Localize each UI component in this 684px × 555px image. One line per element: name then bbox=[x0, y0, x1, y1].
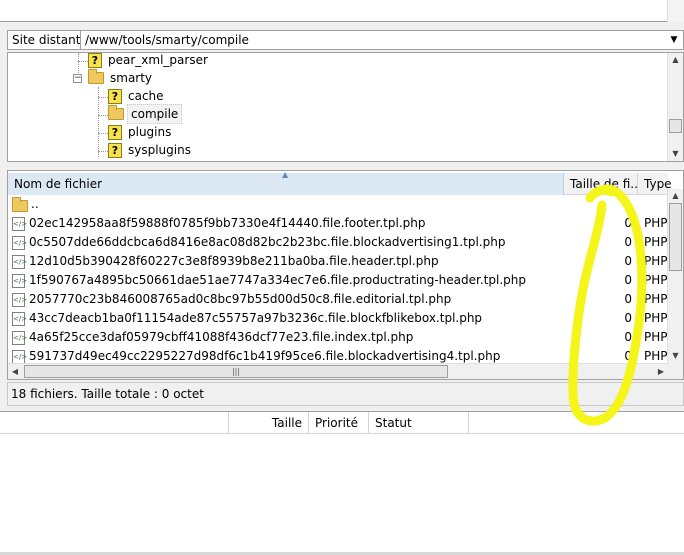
file-name: 12d10d5b390428f60227c3e8f8939b8e211ba0ba… bbox=[29, 254, 439, 268]
unknown-folder-icon: ? bbox=[108, 142, 122, 158]
table-row[interactable]: </> 12d10d5b390428f60227c3e8f8939b8e211ba… bbox=[8, 252, 668, 271]
file-size: 0 bbox=[624, 292, 632, 306]
tree-item-cache[interactable]: ? cache bbox=[108, 87, 167, 105]
folder-icon bbox=[88, 69, 104, 84]
folder-icon bbox=[12, 197, 28, 212]
vertical-scroll-thumb[interactable] bbox=[669, 203, 682, 271]
parent-directory-row[interactable]: .. bbox=[8, 195, 668, 214]
parent-directory-label: .. bbox=[31, 197, 39, 211]
tree-scrollbar[interactable]: ▲ ▼ bbox=[667, 53, 683, 161]
remote-site-bar: Site distant : /www/tools/smarty/compile… bbox=[0, 28, 684, 52]
php-file-icon: </> bbox=[12, 235, 27, 250]
collapse-icon[interactable]: − bbox=[73, 73, 82, 83]
file-type: PHP bbox=[644, 235, 668, 249]
folder-icon bbox=[108, 105, 124, 120]
scroll-up-icon[interactable]: ▲ bbox=[668, 53, 683, 67]
file-size: 0 bbox=[624, 273, 632, 287]
scroll-right-icon[interactable]: ▶ bbox=[654, 364, 668, 379]
tree-item-label: compile bbox=[127, 104, 183, 124]
tree-item-label: sysplugins bbox=[128, 143, 191, 157]
sort-ascending-icon: ▲ bbox=[282, 170, 289, 179]
file-type: PHP bbox=[644, 292, 668, 306]
file-size: 0 bbox=[624, 330, 632, 344]
file-type: PHP bbox=[644, 330, 668, 344]
file-type: PHP bbox=[644, 273, 668, 287]
queue-column-status[interactable]: Statut bbox=[368, 412, 468, 434]
php-file-icon: </> bbox=[12, 254, 27, 269]
file-list-status: 18 fichiers. Taille totale : 0 octet bbox=[7, 382, 684, 406]
column-header-filesize[interactable]: Taille de fi... bbox=[564, 173, 638, 195]
file-list-horizontal-scrollbar[interactable]: ◀ ||| ▶ bbox=[8, 363, 668, 379]
file-name: 1f590767a4895bc50661dae51ae7747a334ec7e6… bbox=[29, 273, 526, 287]
queue-column-spacer bbox=[468, 412, 684, 434]
tree-scroll-thumb[interactable] bbox=[669, 119, 682, 133]
table-row[interactable]: </> 1f590767a4895bc50661dae51ae7747a334ec… bbox=[8, 271, 668, 290]
column-header-label: Taille de fi... bbox=[570, 177, 638, 191]
unknown-folder-icon: ? bbox=[108, 88, 122, 104]
file-list-vertical-scrollbar[interactable]: ▲ ▼ bbox=[667, 189, 683, 379]
table-row[interactable]: </> 0c5507dde66ddcbca6d8416e8ac08d82bc2b2… bbox=[8, 233, 668, 252]
file-name: 2057770c23b846008765ad0c8bc97b55d00d50c8… bbox=[29, 292, 452, 306]
tree-item-compile[interactable]: compile bbox=[108, 104, 183, 124]
php-file-icon: </> bbox=[12, 330, 27, 345]
remote-file-list[interactable]: Nom de fichier ▲ Taille de fi... Type ..… bbox=[7, 170, 684, 380]
php-file-icon: </> bbox=[12, 349, 27, 364]
file-type: PHP bbox=[644, 254, 668, 268]
php-file-icon: </> bbox=[12, 292, 27, 307]
file-type: PHP bbox=[644, 311, 668, 325]
transfer-queue[interactable]: Taille Priorité Statut bbox=[0, 411, 684, 555]
table-row[interactable]: </> 43cc7deacb1ba0f11154ade87c55757a97b32… bbox=[8, 309, 668, 328]
php-file-icon: </> bbox=[12, 311, 27, 326]
top-pane bbox=[0, 0, 684, 22]
file-size: 0 bbox=[624, 311, 632, 325]
file-name: 02ec142958aa8f59888f0785f9bb7330e4f14440… bbox=[29, 216, 426, 230]
scroll-down-icon[interactable]: ▼ bbox=[668, 349, 683, 363]
table-row[interactable]: </> 2057770c23b846008765ad0c8bc97b55d00d5… bbox=[8, 290, 668, 309]
chevron-down-icon[interactable]: ▼ bbox=[667, 31, 681, 49]
tree-item-sysplugins[interactable]: ? sysplugins bbox=[108, 141, 194, 159]
table-row[interactable]: </> 02ec142958aa8f59888f0785f9bb7330e4f14… bbox=[8, 214, 668, 233]
tree-item-label: plugins bbox=[128, 125, 172, 139]
column-header-label: Nom de fichier bbox=[14, 177, 103, 191]
file-type: PHP bbox=[644, 216, 668, 230]
remote-path-combobox[interactable]: /www/tools/smarty/compile ▼ bbox=[80, 30, 684, 50]
tree-item-plugins[interactable]: ? plugins bbox=[108, 123, 174, 141]
file-name: 0c5507dde66ddcbca6d8416e8ac08d82bc2b23bc… bbox=[29, 235, 506, 249]
tree-item-label: pear_xml_parser bbox=[108, 53, 208, 67]
tree-item-label: smarty bbox=[110, 71, 153, 85]
unknown-folder-icon: ? bbox=[88, 53, 102, 68]
file-size: 0 bbox=[624, 254, 632, 268]
queue-column-priority[interactable]: Priorité bbox=[308, 412, 368, 434]
unknown-folder-icon: ? bbox=[108, 124, 122, 140]
scroll-up-icon[interactable]: ▲ bbox=[668, 189, 683, 203]
queue-column-size[interactable]: Taille bbox=[228, 412, 308, 434]
scroll-down-icon[interactable]: ▼ bbox=[668, 147, 683, 161]
file-name: 43cc7deacb1ba0f11154ade87c55757a97b3236c… bbox=[29, 311, 483, 325]
file-list-header: Nom de fichier ▲ Taille de fi... Type bbox=[8, 170, 672, 195]
file-name: 4a65f25cce3daf05979cbff41088f436dcf77e23… bbox=[29, 330, 414, 344]
php-file-icon: </> bbox=[12, 273, 27, 288]
tree-item-label: cache bbox=[128, 89, 164, 103]
file-size: 0 bbox=[624, 235, 632, 249]
tree-item-pear-xml-parser[interactable]: ? pear_xml_parser bbox=[88, 53, 211, 69]
file-size: 0 bbox=[624, 216, 632, 230]
table-row[interactable]: </> 4a65f25cce3daf05979cbff41088f436dcf77… bbox=[8, 328, 668, 347]
top-pane-scrollbar[interactable] bbox=[667, 0, 684, 22]
tree-item-smarty[interactable]: − smarty bbox=[73, 69, 155, 87]
scroll-left-icon[interactable]: ◀ bbox=[8, 364, 22, 379]
horizontal-scroll-thumb[interactable]: ||| bbox=[24, 365, 448, 378]
remote-path-value: /www/tools/smarty/compile bbox=[85, 33, 249, 47]
remote-directory-tree[interactable]: ? pear_xml_parser − smarty ? cache compi… bbox=[7, 52, 684, 162]
queue-header: Taille Priorité Statut bbox=[0, 412, 684, 434]
php-file-icon: </> bbox=[12, 216, 27, 231]
